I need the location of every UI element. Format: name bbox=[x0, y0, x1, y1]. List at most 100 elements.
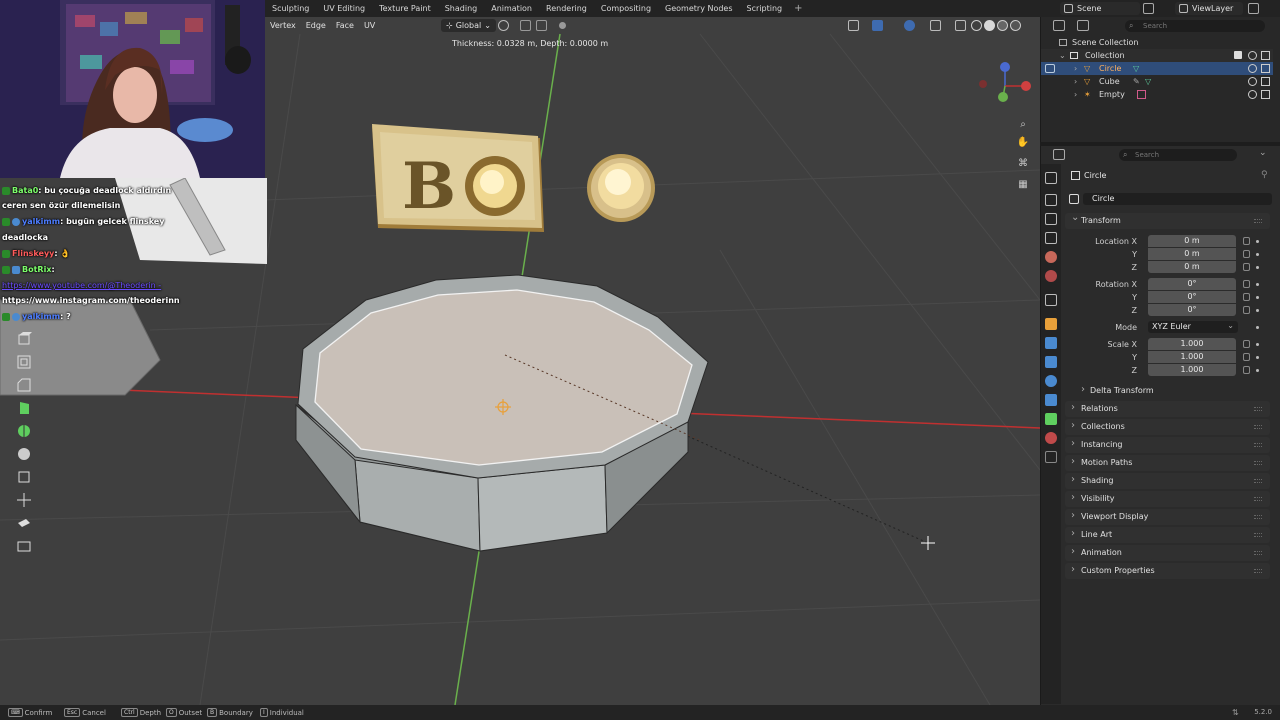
wireframe-shading-icon[interactable] bbox=[971, 20, 982, 31]
edit-mode-icon[interactable] bbox=[1045, 64, 1055, 73]
hand-icon[interactable]: ✋ bbox=[1016, 136, 1030, 150]
outliner-item-circle[interactable]: › ▽ Circle ▽ bbox=[1041, 62, 1273, 75]
particles-tab-icon[interactable] bbox=[1045, 356, 1057, 368]
eye-icon[interactable] bbox=[1248, 77, 1257, 86]
view-layer-selector[interactable]: ViewLayer bbox=[1175, 2, 1243, 15]
gizmo-toggle-icon[interactable] bbox=[872, 20, 883, 31]
lock-icon[interactable] bbox=[1243, 293, 1250, 301]
mesh-data-tab-icon[interactable] bbox=[1045, 413, 1057, 425]
editor-type-icon[interactable] bbox=[1053, 149, 1065, 160]
camera-render-icon[interactable] bbox=[1261, 90, 1270, 99]
tab-rendering[interactable]: Rendering bbox=[539, 0, 594, 17]
object-name-field[interactable]: Circle bbox=[1083, 193, 1272, 205]
grip-icon[interactable] bbox=[1254, 219, 1262, 223]
object-tab-icon[interactable] bbox=[1045, 318, 1057, 330]
snap-icon[interactable] bbox=[520, 20, 531, 31]
edge-slide-icon[interactable] bbox=[14, 513, 34, 533]
tab-uv-editing[interactable]: UV Editing bbox=[316, 0, 372, 17]
keyframe-dot-icon[interactable] bbox=[1256, 296, 1259, 299]
grip-icon[interactable] bbox=[1254, 425, 1262, 429]
panel-collections[interactable]: Collections bbox=[1065, 418, 1270, 435]
grip-icon[interactable] bbox=[1254, 497, 1262, 501]
scale-z-field[interactable]: 1.000 bbox=[1148, 364, 1236, 376]
transform-orientation-dropdown[interactable]: ⊹ Global ⌄ bbox=[441, 19, 496, 32]
grip-icon[interactable] bbox=[1254, 551, 1262, 555]
properties-search-input[interactable]: Search bbox=[1119, 149, 1237, 161]
material-shading-icon[interactable] bbox=[997, 20, 1008, 31]
panel-viewport-display[interactable]: Viewport Display bbox=[1065, 508, 1270, 525]
scene-copy-icon[interactable] bbox=[1143, 3, 1154, 14]
rotation-y-field[interactable]: 0° bbox=[1148, 291, 1236, 303]
lock-icon[interactable] bbox=[1243, 366, 1250, 374]
panel-custom-properties[interactable]: Custom Properties bbox=[1065, 562, 1270, 579]
output-tab-icon[interactable] bbox=[1045, 213, 1057, 225]
smooth-icon[interactable] bbox=[14, 490, 34, 510]
scene-tab-icon[interactable] bbox=[1045, 251, 1057, 263]
constraints-tab-icon[interactable] bbox=[1045, 394, 1057, 406]
view-layer-tab-icon[interactable] bbox=[1045, 232, 1057, 244]
outliner-search-input[interactable]: Search bbox=[1125, 20, 1265, 32]
tab-scripting[interactable]: Scripting bbox=[740, 0, 790, 17]
lock-icon[interactable] bbox=[1243, 263, 1250, 271]
panel-animation[interactable]: Animation bbox=[1065, 544, 1270, 561]
tool-tab-icon[interactable] bbox=[1045, 172, 1057, 184]
loopcut-icon[interactable] bbox=[14, 398, 34, 418]
keyframe-dot-icon[interactable] bbox=[1256, 343, 1259, 346]
modifier-tab-icon[interactable] bbox=[1045, 337, 1057, 349]
eye-icon[interactable] bbox=[1248, 64, 1257, 73]
menu-face[interactable]: Face bbox=[331, 17, 359, 34]
pivot-icon[interactable] bbox=[498, 20, 509, 31]
menu-uv[interactable]: UV bbox=[359, 17, 380, 34]
tab-shading[interactable]: Shading bbox=[438, 0, 485, 17]
eye-icon[interactable] bbox=[1248, 51, 1257, 60]
panel-shading[interactable]: Shading bbox=[1065, 472, 1270, 489]
world-tab-icon[interactable] bbox=[1045, 270, 1057, 282]
outliner-scene-collection[interactable]: Scene Collection bbox=[1041, 36, 1273, 49]
grid-icon[interactable]: ▦ bbox=[1016, 178, 1030, 192]
camera-render-icon[interactable] bbox=[1261, 64, 1270, 73]
grip-icon[interactable] bbox=[1254, 569, 1262, 573]
lock-icon[interactable] bbox=[1243, 306, 1250, 314]
outliner-item-empty[interactable]: › ✶ Empty bbox=[1041, 88, 1273, 101]
panel-instancing[interactable]: Instancing bbox=[1065, 436, 1270, 453]
lock-icon[interactable] bbox=[1243, 340, 1250, 348]
polybuild-icon[interactable] bbox=[14, 444, 34, 464]
scale-x-field[interactable]: 1.000 bbox=[1148, 338, 1236, 350]
keyframe-dot-icon[interactable] bbox=[1256, 253, 1259, 256]
chat-text[interactable]: https://www.instagram.com/theoderinn bbox=[2, 296, 180, 305]
location-x-field[interactable]: 0 m bbox=[1148, 235, 1236, 247]
tab-texture-paint[interactable]: Texture Paint bbox=[372, 0, 438, 17]
lock-icon[interactable] bbox=[1243, 280, 1250, 288]
checkbox-icon[interactable] bbox=[1234, 51, 1242, 59]
camera-render-icon[interactable] bbox=[1261, 51, 1270, 60]
camera-render-icon[interactable] bbox=[1261, 77, 1270, 86]
outliner-collection[interactable]: ⌄ Collection bbox=[1041, 49, 1273, 62]
eye-icon[interactable] bbox=[1248, 90, 1257, 99]
bevel-icon[interactable] bbox=[14, 375, 34, 395]
keyframe-dot-icon[interactable] bbox=[1256, 369, 1259, 372]
keyframe-dot-icon[interactable] bbox=[1256, 356, 1259, 359]
lock-icon[interactable] bbox=[1243, 250, 1250, 258]
panel-motion-paths[interactable]: Motion Paths bbox=[1065, 454, 1270, 471]
mesh-edit-overlay-icon[interactable] bbox=[930, 20, 941, 31]
keyframe-dot-icon[interactable] bbox=[1256, 309, 1259, 312]
inset-icon[interactable] bbox=[14, 352, 34, 372]
panel-relations[interactable]: Relations bbox=[1065, 400, 1270, 417]
display-mode-icon[interactable] bbox=[1077, 20, 1089, 31]
lock-icon[interactable] bbox=[1243, 237, 1250, 245]
pin-icon[interactable]: ⚲ bbox=[1261, 170, 1268, 180]
keyframe-dot-icon[interactable] bbox=[1256, 326, 1259, 329]
location-z-field[interactable]: 0 m bbox=[1148, 261, 1236, 273]
rendered-shading-icon[interactable] bbox=[1010, 20, 1021, 31]
rotation-z-field[interactable]: 0° bbox=[1148, 304, 1236, 316]
render-tab-icon[interactable] bbox=[1045, 194, 1057, 206]
subpanel-delta-transform[interactable]: Delta Transform bbox=[1077, 383, 1267, 398]
keyframe-dot-icon[interactable] bbox=[1256, 266, 1259, 269]
panel-line-art[interactable]: Line Art bbox=[1065, 526, 1270, 543]
grip-icon[interactable] bbox=[1254, 407, 1262, 411]
xray-icon[interactable] bbox=[955, 20, 966, 31]
shrink-icon[interactable] bbox=[14, 536, 34, 556]
menu-vertex[interactable]: Vertex bbox=[265, 17, 301, 34]
outliner-item-cube[interactable]: › ▽ Cube ✎ ▽ bbox=[1041, 75, 1273, 88]
grip-icon[interactable] bbox=[1254, 515, 1262, 519]
